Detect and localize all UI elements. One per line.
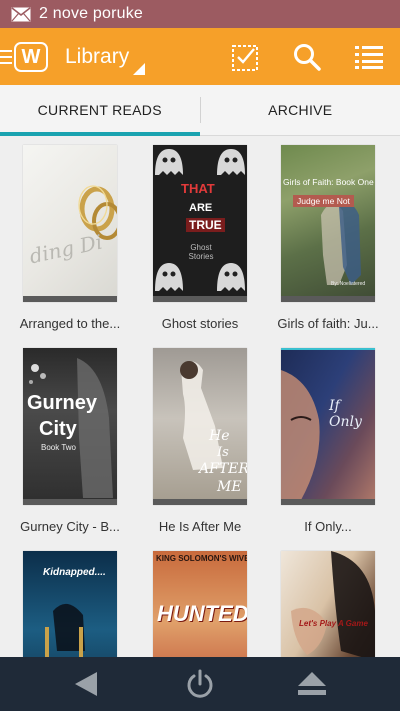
search-button[interactable] <box>290 28 324 85</box>
cover-text: KING SOLOMON'S WIVES <box>156 554 247 563</box>
power-button[interactable] <box>182 657 218 711</box>
book-cover: ding Di <box>23 145 117 302</box>
power-icon <box>187 669 213 698</box>
system-nav-bar <box>0 657 400 711</box>
cover-text: HUNTED <box>157 601 247 626</box>
notification-text: 2 nove poruke <box>39 5 144 22</box>
book-title: Arranged to the... <box>19 316 121 331</box>
select-checkbox-icon <box>232 44 258 71</box>
couple-image <box>321 203 361 285</box>
book-title: He Is After Me <box>158 519 242 534</box>
book-title: Girls of faith: Ju... <box>277 316 379 331</box>
rings-image <box>78 185 117 240</box>
book-cover: Girls of Faith: Book One Judge me Not By… <box>281 145 375 302</box>
cover-text: City <box>39 418 77 440</box>
book-cover: THAT ARE TRUE Ghost Stories <box>153 145 247 302</box>
drawer-icon <box>0 49 12 64</box>
cover-text: AFTER <box>199 461 247 477</box>
progress-bar <box>153 499 247 505</box>
eject-icon <box>298 672 326 695</box>
cover-text: Girls of Faith: Book One <box>283 177 374 187</box>
progress-bar <box>153 296 247 302</box>
cover-text: Is <box>217 445 229 460</box>
progress-bar <box>23 296 117 302</box>
book-title: If Only... <box>304 519 352 534</box>
search-icon <box>294 43 321 71</box>
back-button[interactable] <box>68 657 104 711</box>
cover-text: THAT <box>181 181 215 196</box>
select-button[interactable] <box>229 28 261 85</box>
cover-text: ME <box>217 479 242 495</box>
book-cover: If Only <box>281 348 375 505</box>
kiss-image <box>291 551 375 657</box>
tab-current-reads[interactable]: CURRENT READS <box>0 85 200 136</box>
book-cover: KING SOLOMON'S WIVES HUNTED <box>153 551 247 657</box>
book-cover: He Is AFTER ME <box>153 348 247 505</box>
cover-text: By: Noeliatered <box>331 281 366 287</box>
app-logo-icon: W <box>14 41 48 72</box>
list-menu-icon <box>355 45 383 69</box>
status-bar: 2 nove poruke <box>0 0 400 28</box>
book-title: Ghost stories <box>161 316 239 331</box>
app-logo-button[interactable]: W <box>0 41 48 72</box>
tab-archive[interactable]: ARCHIVE <box>201 85 400 135</box>
book-title: Gurney City - B... <box>20 519 120 534</box>
list-view-button[interactable] <box>352 28 386 85</box>
book-grid: ding Di Arranged to the... THAT ARE TRUE… <box>0 136 400 657</box>
cover-text: TRUE <box>186 218 225 232</box>
cover-text: Book Two <box>41 443 76 452</box>
cover-text: Let's Play A Game <box>299 619 368 628</box>
action-bar: W Library <box>0 28 400 85</box>
logo-letter: W <box>21 45 41 68</box>
eject-button[interactable] <box>294 657 330 711</box>
progress-bar <box>281 499 375 505</box>
book-cover: Gurney City Book Two <box>23 348 117 505</box>
cover-text: Judge me Not <box>293 195 354 207</box>
cover-text: Gurney <box>27 392 98 414</box>
progress-bar <box>281 296 375 302</box>
cover-text: ARE <box>189 202 213 214</box>
cover-text: Ghost Stories <box>188 243 214 261</box>
tab-archive-label: ARCHIVE <box>268 102 333 118</box>
progress-bar <box>23 499 117 505</box>
mail-icon <box>11 6 31 22</box>
dropdown-corner-icon <box>133 62 146 75</box>
library-dropdown[interactable]: Library <box>65 44 146 75</box>
tab-current-reads-label: CURRENT READS <box>37 102 162 118</box>
cover-text: Kidnapped.... <box>43 567 106 578</box>
book-cover: Let's Play A Game <box>281 551 375 657</box>
cover-text: He <box>209 428 230 444</box>
book-cover: Kidnapped.... <box>23 551 117 657</box>
cover-text: If Only <box>329 398 362 430</box>
library-title: Library <box>65 44 130 68</box>
library-tabs: CURRENT READS ARCHIVE <box>0 85 400 136</box>
back-icon <box>75 672 97 696</box>
